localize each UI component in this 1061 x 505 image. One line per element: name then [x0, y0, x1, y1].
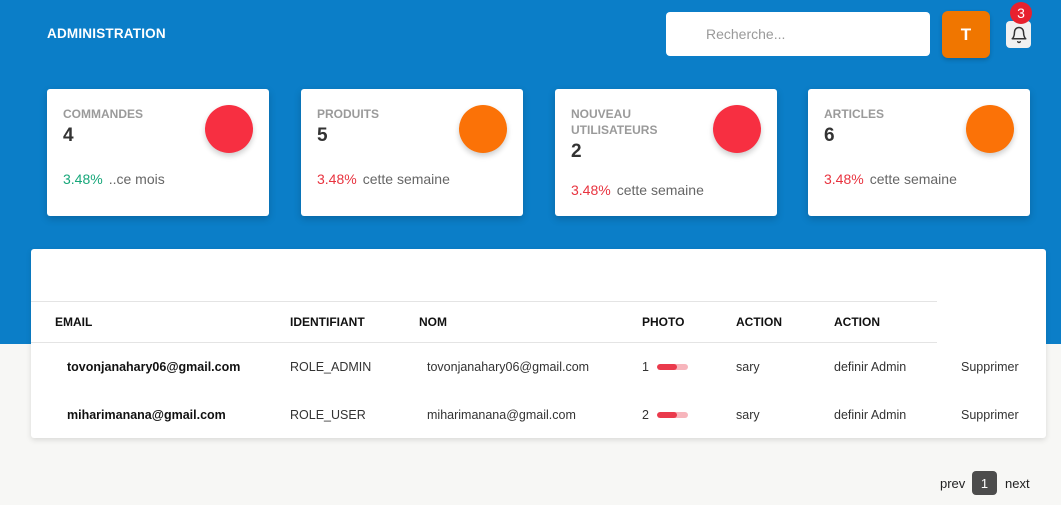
stat-value: 4	[63, 125, 74, 146]
stat-percent: 3.48%	[824, 171, 864, 187]
stat-note: ..ce mois	[108, 171, 165, 187]
table-divider	[31, 301, 937, 302]
stat-title: NOUVEAU UTILISATEURS	[571, 107, 658, 137]
stat-title: ARTICLES	[824, 107, 884, 121]
stat-value: 5	[317, 125, 328, 146]
photo-progress-fill	[657, 364, 678, 370]
column-header-identifiant: IDENTIFIANT	[290, 315, 365, 329]
cell-email: tovonjanahary06@gmail.com	[67, 360, 241, 374]
photo-progress-bar	[657, 412, 688, 418]
search-input[interactable]	[666, 12, 930, 56]
supprimer-link[interactable]: Supprimer	[961, 360, 1019, 374]
user-avatar[interactable]: T	[942, 11, 990, 58]
stat-card-articles: ARTICLES 6 3.48% cette semaine	[808, 89, 1030, 216]
stat-note: cette semaine	[616, 182, 704, 198]
app-title: ADMINISTRATION	[47, 26, 166, 41]
photo-progress-fill	[657, 412, 678, 418]
stat-value: 2	[571, 141, 582, 162]
column-header-email: EMAIL	[55, 315, 93, 329]
stat-card-produits: PRODUITS 5 3.48% cette semaine	[301, 89, 523, 216]
stat-trend: 3.48% cette semaine	[317, 171, 450, 187]
bell-icon	[1011, 26, 1026, 43]
stat-circle-icon	[966, 105, 1014, 153]
supprimer-link[interactable]: Supprimer	[961, 408, 1019, 422]
stat-note: cette semaine	[362, 171, 450, 187]
definir-admin-link[interactable]: definir Admin	[834, 360, 906, 374]
stat-value: 6	[824, 125, 835, 146]
stat-trend: 3.48% cette semaine	[571, 182, 704, 198]
stat-trend: 3.48% cette semaine	[824, 171, 957, 187]
column-header-photo: PHOTO	[642, 315, 685, 329]
table-divider	[31, 342, 937, 343]
cell-role: ROLE_USER	[290, 408, 366, 422]
definir-admin-link[interactable]: definir Admin	[834, 408, 906, 422]
stat-title: COMMANDES	[63, 107, 143, 121]
stat-card-commandes: COMMANDES 4 3.48% ..ce mois	[47, 89, 269, 216]
cell-photo-number: 2	[642, 408, 649, 422]
sary-link[interactable]: sary	[736, 408, 760, 422]
cell-email: miharimanana@gmail.com	[67, 408, 226, 422]
photo-progress-bar	[657, 364, 688, 370]
stat-percent: 3.48%	[317, 171, 357, 187]
stat-percent: 3.48%	[63, 171, 103, 187]
pagination-prev[interactable]: prev	[940, 476, 965, 491]
column-header-action: ACTION	[736, 315, 782, 329]
sary-link[interactable]: sary	[736, 360, 760, 374]
stat-circle-icon	[205, 105, 253, 153]
cell-role: ROLE_ADMIN	[290, 360, 372, 374]
stat-title: PRODUITS	[317, 107, 380, 121]
stat-circle-icon	[713, 105, 761, 153]
stat-circle-icon	[459, 105, 507, 153]
cell-nom: miharimanana@gmail.com	[427, 408, 576, 422]
notification-button[interactable]	[1006, 21, 1031, 48]
column-header-nom: NOM	[419, 315, 447, 329]
cell-photo-number: 1	[642, 360, 649, 374]
stat-card-nouveau-utilisateurs: NOUVEAU UTILISATEURS 2 3.48% cette semain…	[555, 89, 777, 216]
pagination-page[interactable]: 1	[972, 471, 997, 495]
notification-badge: 3	[1010, 2, 1032, 24]
stat-trend: 3.48% ..ce mois	[63, 171, 165, 187]
pagination-next[interactable]: next	[1005, 476, 1030, 491]
cell-nom: tovonjanahary06@gmail.com	[427, 360, 590, 374]
stat-percent: 3.48%	[571, 182, 611, 198]
users-table: EMAIL IDENTIFIANT NOM PHOTO ACTION ACTIO…	[31, 249, 1046, 438]
column-header-action: ACTION	[834, 315, 880, 329]
stat-note: cette semaine	[869, 171, 957, 187]
